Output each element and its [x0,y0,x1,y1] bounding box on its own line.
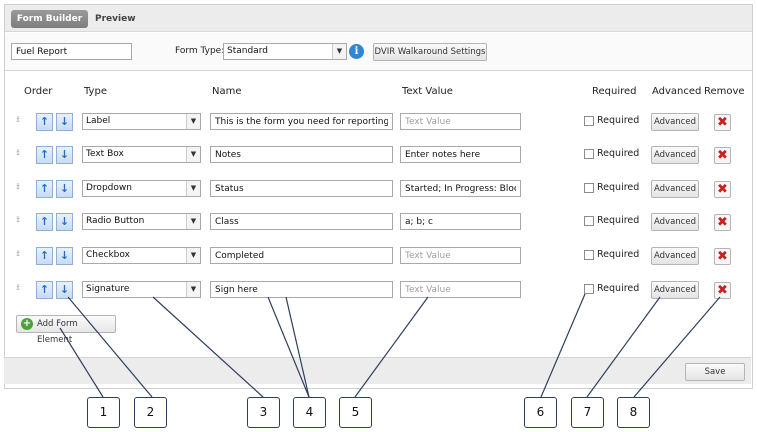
callout-line-3 [152,296,264,398]
callout-line-4a [267,296,310,398]
callout-line-6 [540,293,586,398]
callout-1: 1 [87,397,120,428]
callout-6: 6 [524,397,557,428]
callout-5: 5 [339,397,372,428]
callout-line-1 [59,327,104,398]
callout-line-5 [354,296,429,398]
callout-4: 4 [293,397,326,428]
callout-8: 8 [617,397,650,428]
callout-2: 2 [134,397,167,428]
callout-line-4b [285,296,310,398]
callout-line-7 [586,296,661,398]
callout-lines [59,293,721,398]
callout-line-2 [67,296,153,398]
callout-7: 7 [571,397,604,428]
callout-3: 3 [247,397,280,428]
callout-line-8 [633,296,721,398]
